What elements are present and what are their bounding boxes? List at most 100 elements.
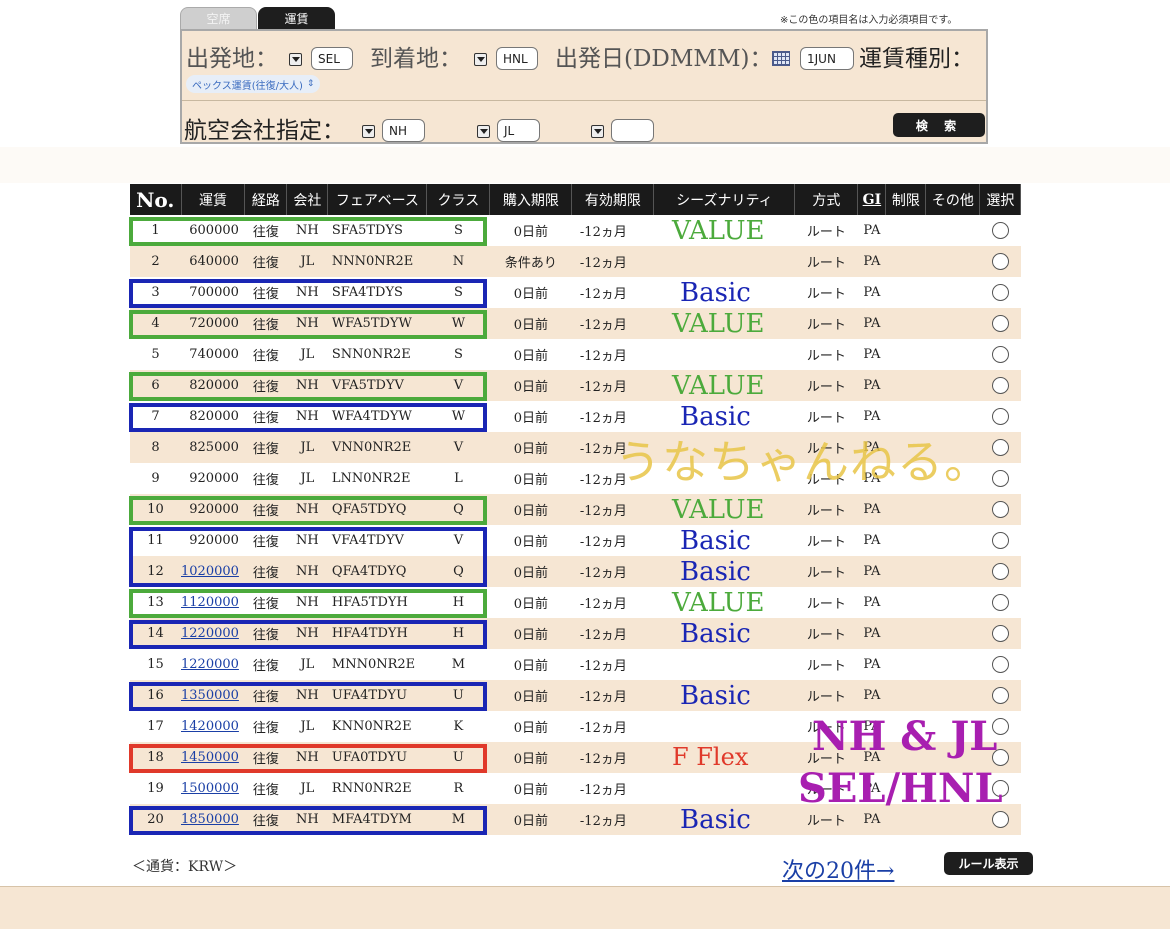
purchase-cell: 0日前 [489, 711, 572, 742]
no-cell: 10 [130, 494, 181, 525]
farebase-cell: MNN0NR2E [327, 649, 427, 680]
fare-link[interactable]: 1020000 [181, 564, 239, 579]
select-radio[interactable] [991, 532, 1009, 549]
select-radio[interactable] [991, 222, 1009, 239]
validity-cell: -12ヵ月 [571, 773, 654, 804]
rule-display-button[interactable]: ルール表示 [944, 852, 1033, 875]
fare-type-select[interactable]: ペックス運賃(往復/大人) ⇕ [186, 75, 321, 93]
fare-type-value: ペックス運賃(往復/大人) [192, 80, 303, 92]
empty-cell [885, 215, 926, 246]
carrier-cell: NH [286, 494, 328, 525]
no-cell: 18 [130, 742, 181, 773]
header-method: 方式 [794, 184, 859, 215]
select-radio[interactable] [991, 408, 1009, 425]
class-cell: K [426, 711, 490, 742]
select-radio[interactable] [991, 470, 1009, 487]
empty-cell [885, 277, 926, 308]
select-radio[interactable] [991, 284, 1009, 301]
header-gi-link[interactable]: GI [857, 184, 887, 215]
select-radio[interactable] [991, 377, 1009, 394]
airline-3-dropdown-icon[interactable] [591, 125, 604, 138]
class-cell: V [426, 370, 490, 401]
airline-3-input[interactable] [611, 119, 654, 142]
tab-availability[interactable]: 空席 [180, 7, 257, 29]
destination-input[interactable]: HNL [496, 47, 538, 70]
purchase-cell: 0日前 [489, 556, 572, 587]
carrier-cell: NH [286, 525, 328, 556]
select-radio[interactable] [991, 687, 1009, 704]
class-cell: U [426, 680, 490, 711]
select-caret-icon: ⇕ [306, 79, 315, 89]
table-row: 4 720000 往復 NH WFA5TDYW W 0日前 -12ヵ月 ルート PA [130, 308, 1021, 339]
table-row: 10 920000 往復 NH QFA5TDYQ Q 0日前 -12ヵ月 ルート PA [130, 494, 1021, 525]
fare-link[interactable]: 1420000 [181, 719, 239, 734]
select-radio[interactable] [991, 594, 1009, 611]
fare-cell: 1220000 [181, 618, 245, 649]
fare-link[interactable]: 1500000 [181, 781, 239, 796]
class-cell: U [426, 742, 490, 773]
fare-type-label: 運賃種別： [859, 46, 974, 72]
search-button[interactable]: 検 索 [893, 113, 985, 137]
fare-link[interactable]: 1120000 [181, 595, 239, 610]
header-seasonality: シーズナリティ [653, 184, 796, 215]
farebase-cell: VFA4TDYV [327, 525, 427, 556]
purchase-cell: 0日前 [489, 618, 572, 649]
origin-input[interactable]: SEL [311, 47, 353, 70]
airline-1-dropdown-icon[interactable] [362, 125, 375, 138]
fare-link[interactable]: 1350000 [181, 688, 239, 703]
airline-2-input[interactable]: JL [497, 119, 540, 142]
select-radio[interactable] [991, 439, 1009, 456]
search-panel: 出発地： SEL 到着地： HNL 出発日(DDMMM)： 1JUN 運賃種別：… [180, 29, 988, 144]
carrier-cell: NH [286, 370, 328, 401]
select-radio[interactable] [991, 811, 1009, 828]
watermark-text: うなちゃんねる。 [615, 435, 991, 489]
select-radio[interactable] [991, 253, 1009, 270]
validity-cell: -12ヵ月 [571, 308, 654, 339]
next-page-link[interactable]: 次の20件→ [782, 853, 894, 885]
airline-1-input[interactable]: NH [382, 119, 425, 142]
purchase-cell: 0日前 [489, 370, 572, 401]
method-cell: ルート [794, 215, 858, 246]
empty-cell [653, 711, 795, 742]
select-radio[interactable] [991, 563, 1009, 580]
route-cell: 往復 [244, 215, 287, 246]
origin-dropdown-icon[interactable] [289, 53, 302, 66]
fare-link[interactable]: 1850000 [181, 812, 239, 827]
no-cell: 14 [130, 618, 181, 649]
table-row: 14 1220000 往復 NH HFA4TDYH H 0日前 -12ヵ月 ルート PA [130, 618, 1021, 649]
select-radio[interactable] [991, 315, 1009, 332]
no-cell: 13 [130, 587, 181, 618]
departure-date-input[interactable]: 1JUN [800, 47, 854, 70]
select-radio[interactable] [991, 346, 1009, 363]
fare-link[interactable]: 1220000 [181, 626, 239, 641]
purchase-cell: 0日前 [489, 277, 572, 308]
farebase-cell: MFA4TDYM [327, 804, 427, 835]
fare-link[interactable]: 1450000 [181, 750, 239, 765]
table-header-row: No. 運賃 経路 会社 フェアベース クラス 購入期限 有効期限 シーズナリテ… [130, 184, 1022, 215]
select-cell [979, 246, 1021, 277]
select-radio[interactable] [991, 501, 1009, 518]
fare-link[interactable]: 1220000 [181, 657, 239, 672]
class-cell: Q [426, 556, 490, 587]
select-cell [979, 618, 1021, 649]
select-radio[interactable] [991, 625, 1009, 642]
gi-cell: PA [857, 246, 886, 277]
destination-dropdown-icon[interactable] [474, 53, 487, 66]
farebase-cell: SFA5TDYS [327, 215, 427, 246]
select-radio[interactable] [991, 656, 1009, 673]
tab-fares[interactable]: 運賃 [258, 7, 335, 29]
carrier-cell: NH [286, 215, 328, 246]
tab-bar: 空席 運賃 [180, 7, 335, 29]
calendar-icon[interactable] [772, 51, 790, 66]
fare-cell: 820000 [181, 370, 245, 401]
fare-cell: 720000 [181, 308, 245, 339]
purchase-cell: 0日前 [489, 308, 572, 339]
carrier-cell: JL [286, 246, 328, 277]
table-row: 5 740000 往復 JL SNN0NR2E S 0日前 -12ヵ月 ルート PA [130, 339, 1021, 370]
airline-2-dropdown-icon[interactable] [477, 125, 490, 138]
route-cell: 往復 [244, 804, 287, 835]
farebase-cell: NNN0NR2E [327, 246, 427, 277]
farebase-cell: SNN0NR2E [327, 339, 427, 370]
gi-cell: PA [857, 587, 886, 618]
gi-cell: PA [857, 339, 886, 370]
